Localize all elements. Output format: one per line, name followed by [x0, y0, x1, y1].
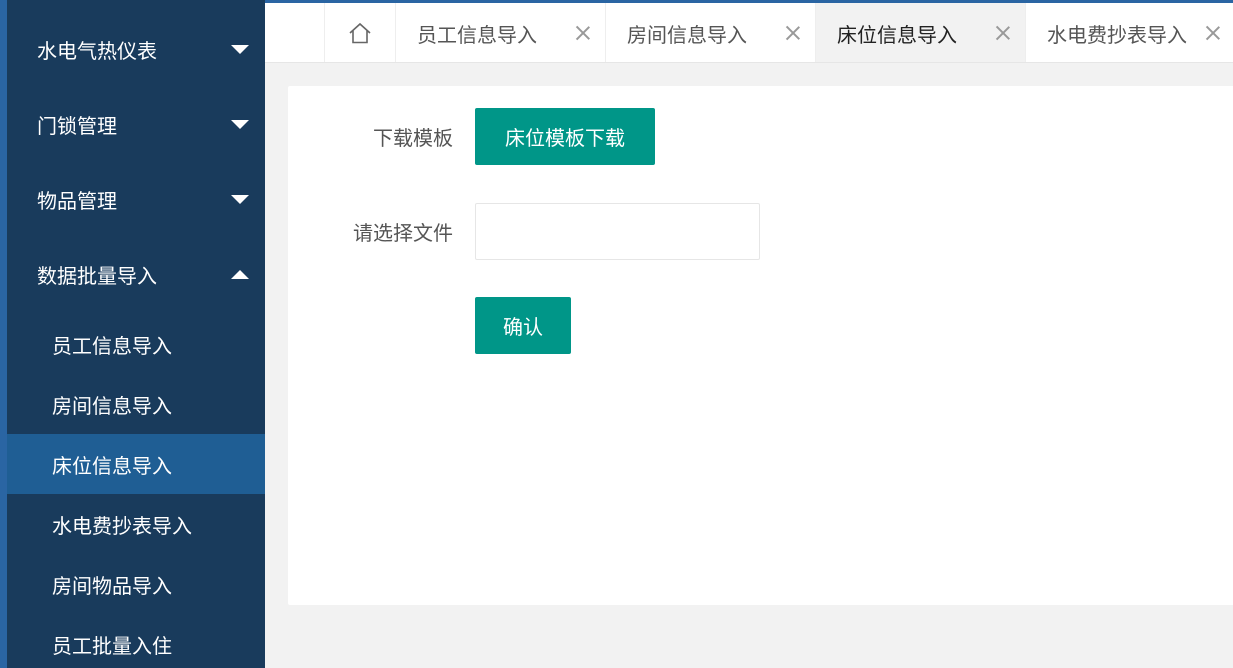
home-icon — [349, 22, 371, 44]
sidebar-item-label: 床位信息导入 — [52, 453, 172, 478]
confirm-row: 确认 — [288, 297, 571, 354]
file-select-row: 请选择文件 — [288, 203, 760, 260]
close-icon[interactable] — [785, 25, 801, 41]
sidebar-item-label: 员工信息导入 — [52, 333, 172, 358]
sidebar-group-locks[interactable]: 门锁管理 — [7, 87, 265, 162]
close-icon[interactable] — [1205, 25, 1221, 41]
sidebar-group-label: 水电气热仪表 — [37, 39, 157, 63]
file-input[interactable] — [475, 203, 760, 260]
sidebar-item-label: 员工批量入住 — [52, 633, 172, 658]
sidebar-edge — [0, 0, 7, 668]
sidebar-item-label: 房间物品导入 — [52, 573, 172, 598]
app-root: 水电气热仪表 门锁管理 物品管理 数据批量导入 员工信息导入 房间信息导入 床位… — [0, 0, 1233, 668]
tab-home[interactable] — [324, 3, 396, 62]
tab-employee-import[interactable]: 员工信息导入 — [396, 3, 606, 62]
sidebar-item-room-goods-import[interactable]: 房间物品导入 — [7, 554, 265, 614]
sidebar-item-utility-import[interactable]: 水电费抄表导入 — [7, 494, 265, 554]
tab-bed-import[interactable]: 床位信息导入 — [816, 3, 1026, 62]
download-template-button[interactable]: 床位模板下载 — [475, 108, 655, 165]
sidebar-group-meters[interactable]: 水电气热仪表 — [7, 0, 265, 87]
sidebar-item-batch-checkin[interactable]: 员工批量入住 — [7, 614, 265, 668]
download-template-row: 下载模板 床位模板下载 — [288, 108, 655, 165]
tab-label: 房间信息导入 — [627, 22, 747, 47]
file-select-label: 请选择文件 — [353, 221, 453, 245]
caret-down-icon — [231, 195, 249, 204]
sidebar-menu: 水电气热仪表 门锁管理 物品管理 数据批量导入 员工信息导入 房间信息导入 床位… — [7, 0, 265, 668]
sidebar-group-label: 物品管理 — [37, 189, 117, 213]
sidebar-group-label: 数据批量导入 — [37, 264, 157, 288]
tab-label: 员工信息导入 — [417, 22, 537, 47]
tab-list: 员工信息导入 房间信息导入 床位信息导入 水电费抄表导入 — [324, 3, 1233, 62]
sidebar-item-employee-import[interactable]: 员工信息导入 — [7, 314, 265, 374]
sidebar-group-goods[interactable]: 物品管理 — [7, 162, 265, 237]
close-icon[interactable] — [995, 25, 1011, 41]
tab-label: 床位信息导入 — [837, 22, 957, 47]
close-icon[interactable] — [575, 25, 591, 41]
tab-utility-import[interactable]: 水电费抄表导入 — [1026, 3, 1233, 62]
sidebar-item-label: 房间信息导入 — [52, 393, 172, 418]
caret-down-icon — [231, 120, 249, 129]
sidebar: 水电气热仪表 门锁管理 物品管理 数据批量导入 员工信息导入 房间信息导入 床位… — [0, 0, 265, 668]
sidebar-group-batch-import[interactable]: 数据批量导入 — [7, 237, 265, 312]
confirm-button[interactable]: 确认 — [475, 297, 571, 354]
caret-up-icon — [231, 270, 249, 279]
tab-bar: 员工信息导入 房间信息导入 床位信息导入 水电费抄表导入 — [265, 0, 1233, 63]
sidebar-item-room-import[interactable]: 房间信息导入 — [7, 374, 265, 434]
sidebar-item-label: 水电费抄表导入 — [52, 513, 192, 538]
download-template-label: 下载模板 — [373, 126, 453, 150]
tab-room-import[interactable]: 房间信息导入 — [606, 3, 816, 62]
sidebar-item-bed-import[interactable]: 床位信息导入 — [7, 434, 265, 494]
import-form-panel: 下载模板 床位模板下载 请选择文件 确认 — [288, 86, 1233, 605]
sidebar-group-label: 门锁管理 — [37, 114, 117, 138]
caret-down-icon — [231, 45, 249, 54]
tab-label: 水电费抄表导入 — [1047, 22, 1187, 47]
